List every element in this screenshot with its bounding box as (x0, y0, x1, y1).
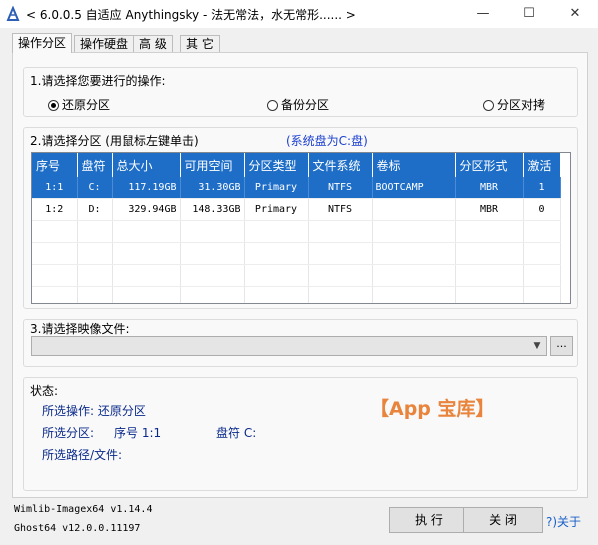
cell-free: 31.30GB (180, 177, 245, 199)
table-row-empty (32, 264, 561, 287)
image-label: 3.请选择映像文件: (30, 322, 130, 336)
radio-indicator (48, 100, 59, 111)
col-header-type[interactable]: 分区类型 (244, 153, 309, 177)
partition-list[interactable]: 序号 盘符 总大小 可用空间 分区类型 文件系统 卷标 分区形式 激活 1:1 (31, 152, 571, 304)
table-row-empty (32, 242, 561, 265)
browse-button[interactable]: ... (550, 336, 573, 356)
radio-backup-partition[interactable]: 备份分区 (267, 96, 329, 113)
col-header-free[interactable]: 可用空间 (180, 153, 245, 177)
image-group: 3.请选择映像文件: ▼ ... (23, 319, 578, 367)
cell-index: 1:2 (32, 198, 78, 221)
title-bar: < 6.0.0.5 自适应 Anythingsky - 法无常法，水无常形...… (0, 0, 598, 28)
cell-type: Primary (244, 177, 309, 199)
cell-free: 148.33GB (180, 198, 245, 221)
tab-other[interactable]: 其 它 (180, 35, 220, 53)
system-disk-note: (系统盘为C:盘) (286, 134, 368, 148)
tab-panel: 1.请选择您要进行的操作: 还原分区 备份分区 分区对拷 2.请选择分区 (用鼠… (12, 52, 588, 498)
close-button[interactable]: 关 闭 (463, 507, 543, 533)
cell-drive: C: (77, 177, 113, 199)
cell-fs: NTFS (308, 198, 373, 221)
table-header-row: 序号 盘符 总大小 可用空间 分区类型 文件系统 卷标 分区形式 激活 (32, 153, 561, 177)
cell-type: Primary (244, 198, 309, 221)
status-drive: 盘符 C: (216, 426, 257, 440)
radio-restore-partition[interactable]: 还原分区 (48, 96, 110, 113)
cell-index: 1:1 (32, 177, 78, 199)
window-title: < 6.0.0.5 自适应 Anythingsky - 法无常法，水无常形...… (26, 8, 356, 22)
cell-total: 329.94GB (112, 198, 181, 221)
status-group: 状态: 所选操作: 还原分区 所选分区: 序号 1:1 盘符 C: 所选路径/文… (23, 377, 578, 491)
wimlib-version: Wimlib-Imagex64 v1.14.4 (14, 504, 153, 515)
cell-volume: BOOTCAMP (372, 177, 456, 199)
radio-label: 还原分区 (62, 98, 111, 112)
close-window-button[interactable]: ✕ (552, 0, 598, 28)
partition-group: 2.请选择分区 (用鼠标左键单击) (系统盘为C:盘) 序号 盘符 总大小 可用… (23, 127, 578, 309)
cell-total: 117.19GB (112, 177, 181, 199)
col-header-volume[interactable]: 卷标 (372, 153, 456, 177)
cell-drive: D: (77, 198, 113, 221)
status-label: 状态: (30, 384, 59, 398)
watermark-logo: 【App 宝库】 (370, 398, 495, 420)
tab-advanced[interactable]: 高 级 (133, 35, 173, 53)
status-partition-prefix: 所选分区: (42, 426, 95, 440)
execute-button[interactable]: 执 行 (389, 507, 469, 533)
partition-table: 序号 盘符 总大小 可用空间 分区类型 文件系统 卷标 分区形式 激活 1:1 (32, 153, 561, 303)
about-link[interactable]: ?)关于 (546, 513, 581, 530)
maximize-button[interactable]: ☐ (506, 0, 552, 28)
radio-label: 分区对拷 (497, 98, 546, 112)
radio-copy-partition[interactable]: 分区对拷 (483, 96, 545, 113)
table-row-empty (32, 286, 561, 303)
table-row[interactable]: 1:1 C: 117.19GB 31.30GB Primary NTFS BOO… (32, 177, 561, 199)
cell-fs: NTFS (308, 177, 373, 199)
col-header-fs[interactable]: 文件系统 (308, 153, 373, 177)
radio-label: 备份分区 (281, 98, 330, 112)
operation-label: 1.请选择您要进行的操作: (30, 74, 166, 88)
tab-disk-ops[interactable]: 操作硬盘 (74, 35, 135, 53)
col-header-index[interactable]: 序号 (32, 153, 78, 177)
status-partition-index: 序号 1:1 (114, 426, 162, 440)
col-header-form[interactable]: 分区形式 (455, 153, 524, 177)
col-header-active[interactable]: 激活 (523, 153, 561, 177)
operation-group: 1.请选择您要进行的操作: 还原分区 备份分区 分区对拷 (23, 67, 578, 117)
col-header-total[interactable]: 总大小 (112, 153, 181, 177)
ghost-version: Ghost64 v12.0.0.11197 (14, 523, 141, 534)
radio-indicator (483, 100, 494, 111)
image-file-combo[interactable]: ▼ (31, 336, 547, 356)
cell-active: 0 (523, 198, 561, 221)
cell-form: MBR (455, 177, 524, 199)
chevron-down-icon[interactable]: ▼ (530, 337, 544, 355)
tab-partition-ops[interactable]: 操作分区 (12, 33, 73, 53)
status-operation: 所选操作: 还原分区 (42, 404, 146, 418)
app-icon (6, 6, 20, 21)
table-row-empty (32, 220, 561, 243)
radio-indicator (267, 100, 278, 111)
col-header-drive[interactable]: 盘符 (77, 153, 113, 177)
minimize-button[interactable]: — (460, 0, 506, 28)
cell-form: MBR (455, 198, 524, 221)
cell-active: 1 (523, 177, 561, 199)
partition-label: 2.请选择分区 (用鼠标左键单击) (30, 134, 199, 148)
cell-volume (372, 198, 456, 221)
table-row[interactable]: 1:2 D: 329.94GB 148.33GB Primary NTFS MB… (32, 198, 561, 221)
status-path: 所选路径/文件: (42, 448, 123, 462)
